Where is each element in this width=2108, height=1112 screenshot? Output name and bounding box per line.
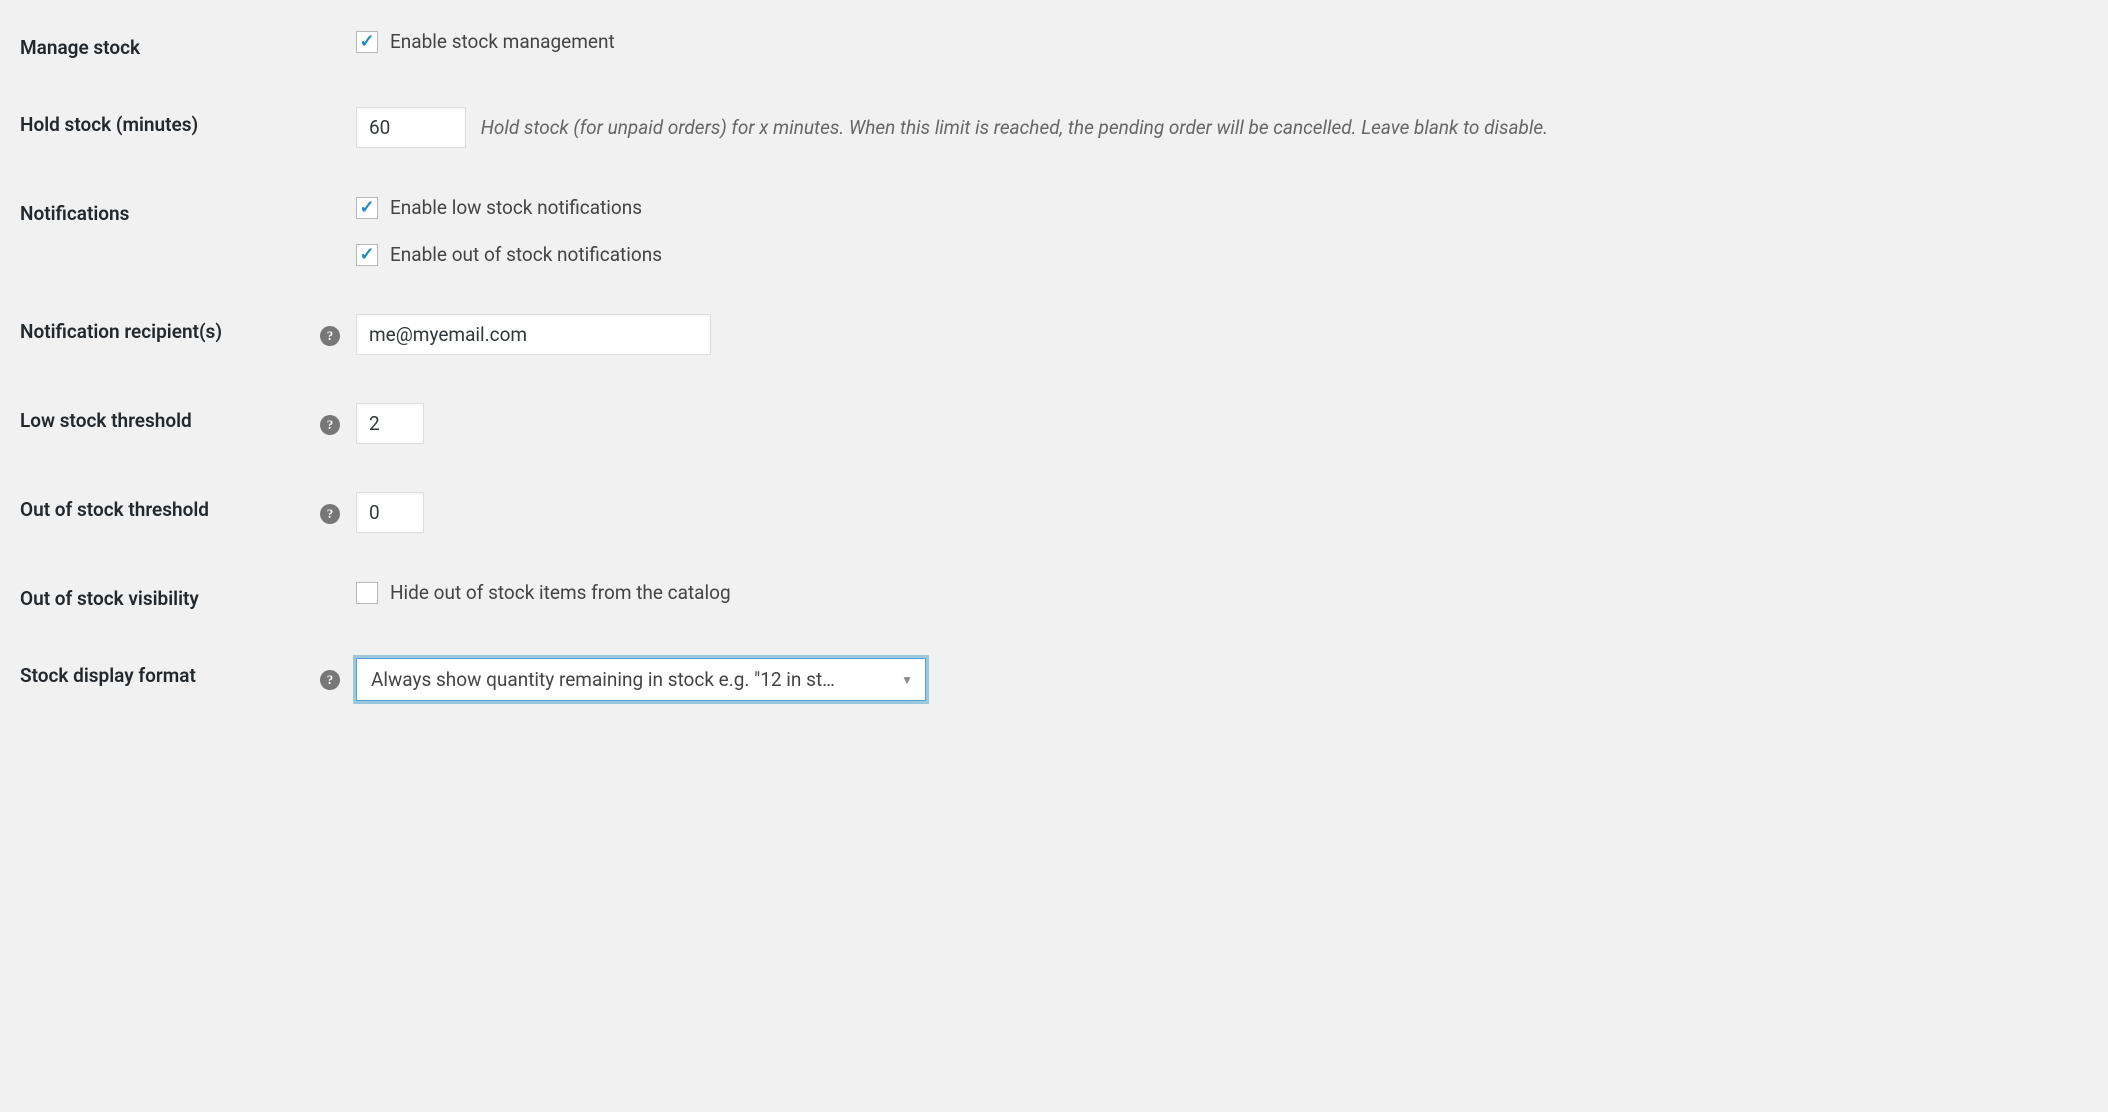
notifications-label: Notifications: [20, 202, 129, 225]
out-of-stock-threshold-label: Out of stock threshold: [20, 498, 209, 521]
hold-stock-help-text: Hold stock (for unpaid orders) for x min…: [481, 116, 1548, 139]
row-notifications-2: Enable out of stock notifications: [20, 243, 2088, 266]
manage-stock-checkbox-label[interactable]: Enable stock management: [390, 30, 615, 53]
low-stock-notification-checkbox[interactable]: [356, 197, 378, 219]
manage-stock-label: Manage stock: [20, 36, 140, 59]
row-out-of-stock-visibility: Out of stock visibility Hide out of stoc…: [20, 581, 2088, 610]
help-icon[interactable]: ?: [320, 504, 340, 524]
hide-out-of-stock-checkbox[interactable]: [356, 582, 378, 604]
help-icon[interactable]: ?: [320, 670, 340, 690]
row-notification-recipients: Notification recipient(s) ?: [20, 314, 2088, 355]
low-stock-threshold-input[interactable]: [356, 403, 424, 444]
row-stock-display-format: Stock display format ? Always show quant…: [20, 658, 2088, 705]
out-of-stock-notification-checkbox-wrap[interactable]: Enable out of stock notifications: [356, 243, 2088, 266]
manage-stock-checkbox[interactable]: [356, 31, 378, 53]
out-of-stock-notification-label[interactable]: Enable out of stock notifications: [390, 243, 662, 266]
hold-stock-input[interactable]: [356, 107, 466, 148]
row-low-stock-threshold: Low stock threshold ?: [20, 403, 2088, 444]
hide-out-of-stock-label[interactable]: Hide out of stock items from the catalog: [390, 581, 731, 604]
hide-out-of-stock-checkbox-wrap[interactable]: Hide out of stock items from the catalog: [356, 581, 2088, 604]
manage-stock-checkbox-wrap[interactable]: Enable stock management: [356, 30, 2088, 53]
low-stock-notification-checkbox-wrap[interactable]: Enable low stock notifications: [356, 196, 2088, 219]
row-manage-stock: Manage stock Enable stock management: [20, 30, 2088, 59]
help-icon[interactable]: ?: [320, 415, 340, 435]
stock-display-format-selected[interactable]: Always show quantity remaining in stock …: [357, 659, 925, 700]
hold-stock-label: Hold stock (minutes): [20, 113, 198, 136]
out-of-stock-visibility-label: Out of stock visibility: [20, 587, 199, 610]
help-icon[interactable]: ?: [320, 326, 340, 346]
row-hold-stock: Hold stock (minutes) Hold stock (for unp…: [20, 107, 2088, 148]
inventory-settings-form: Manage stock Enable stock management Hol…: [20, 30, 2088, 705]
row-out-of-stock-threshold: Out of stock threshold ?: [20, 492, 2088, 533]
row-notifications: Notifications Enable low stock notificat…: [20, 196, 2088, 225]
stock-display-format-select[interactable]: Always show quantity remaining in stock …: [356, 658, 926, 701]
stock-display-format-label: Stock display format: [20, 664, 196, 687]
low-stock-notification-label[interactable]: Enable low stock notifications: [390, 196, 642, 219]
out-of-stock-threshold-input[interactable]: [356, 492, 424, 533]
notification-recipients-label: Notification recipient(s): [20, 320, 222, 343]
low-stock-threshold-label: Low stock threshold: [20, 409, 192, 432]
out-of-stock-notification-checkbox[interactable]: [356, 244, 378, 266]
notification-recipients-input[interactable]: [356, 314, 711, 355]
